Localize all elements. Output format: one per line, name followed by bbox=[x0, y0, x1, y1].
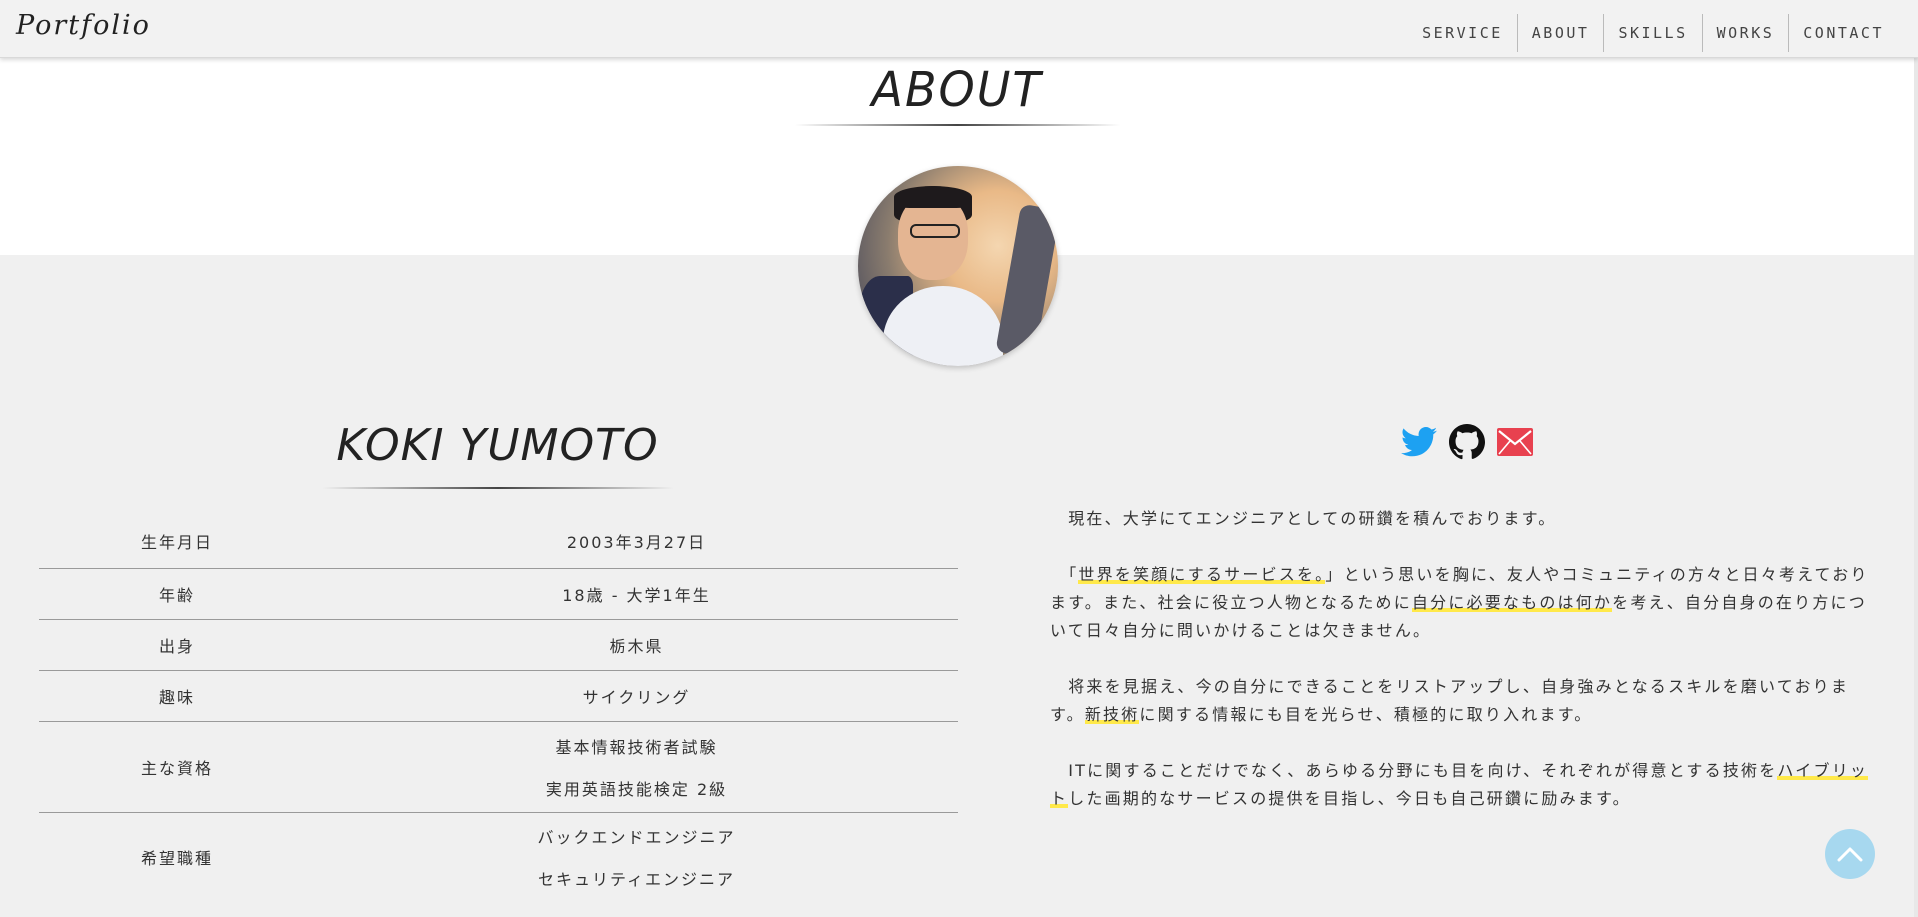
highlight-text: 新技術 bbox=[1084, 705, 1140, 724]
main-nav: SERVICE ABOUT SKILLS WORKS CONTACT bbox=[1408, 14, 1898, 52]
value-text: 実用英語技能検定 2級 bbox=[545, 779, 728, 799]
back-to-top-button[interactable] bbox=[1825, 829, 1875, 879]
row-label: 出身 bbox=[39, 619, 315, 671]
profile-name: KOKI YUMOTO bbox=[336, 420, 659, 471]
value-text: サイクリング bbox=[582, 687, 691, 707]
value-text: セキュリティエンジニア bbox=[537, 870, 736, 890]
row-label: 生年月日 bbox=[39, 515, 315, 569]
nav-contact[interactable]: CONTACT bbox=[1788, 14, 1898, 52]
table-row: 出身 栃木県 bbox=[39, 619, 958, 671]
name-divider bbox=[322, 487, 674, 489]
bio-text-run: した画期的なサービスの提供を目指し、今日も自己研鑽に励みます。 bbox=[1068, 789, 1631, 808]
row-value: 基本情報技術者試験 実用英語技能検定 2級 bbox=[315, 721, 958, 813]
bio-text-run: ITに関することだけでなく、あらゆる分野にも目を向け、それぞれが得意とする技術を bbox=[1050, 761, 1778, 780]
value-text: バックエンドエンジニア bbox=[537, 828, 736, 848]
highlight-text: 世界を笑顔にするサービスを。 bbox=[1078, 565, 1326, 584]
value-text: 栃木県 bbox=[609, 636, 664, 656]
title-divider bbox=[795, 124, 1120, 126]
row-label: 希望職種 bbox=[140, 849, 213, 869]
row-value: 栃木県 bbox=[315, 619, 958, 671]
section-title: ABOUT bbox=[871, 60, 1043, 118]
row-value: サイクリング bbox=[315, 670, 958, 722]
bio-paragraph: ITに関することだけでなく、あらゆる分野にも目を向け、それぞれが得意とする技術を… bbox=[1050, 757, 1880, 813]
chevron-up-icon bbox=[1837, 847, 1863, 862]
value-text: 基本情報技術者試験 bbox=[555, 737, 718, 757]
value-text: 2003年3月27日 bbox=[566, 533, 707, 553]
bio-text-run: に関する情報にも目を光らせ、積極的に取り入れます。 bbox=[1139, 705, 1593, 724]
social-links bbox=[1400, 423, 1534, 461]
row-value: バックエンドエンジニア セキュリティエンジニア bbox=[315, 812, 958, 902]
twitter-icon[interactable] bbox=[1400, 423, 1438, 461]
scrollbar[interactable] bbox=[1914, 58, 1918, 917]
bio-paragraph: 現在、大学にてエンジニアとしての研鑽を積んでおります。 bbox=[1050, 509, 1557, 528]
table-row: 趣味 サイクリング bbox=[39, 670, 958, 722]
table-row: 希望職種 バックエンドエンジニア セキュリティエンジニア bbox=[39, 812, 958, 902]
table-row: 主な資格 基本情報技術者試験 実用英語技能検定 2級 bbox=[39, 721, 958, 813]
profile-table: 生年月日 2003年3月27日 年齢 18歳 - 大学1年生 出身 栃木県 趣味… bbox=[39, 515, 958, 902]
header: Portfolio SERVICE ABOUT SKILLS WORKS CON… bbox=[0, 0, 1918, 58]
avatar bbox=[858, 166, 1058, 366]
nav-skills[interactable]: SKILLS bbox=[1603, 14, 1701, 52]
mail-icon[interactable] bbox=[1496, 423, 1534, 461]
bio-text: 現在、大学にてエンジニアとしての研鑽を積んでおります。 「世界を笑顔にするサービ… bbox=[1050, 505, 1880, 813]
table-row: 年齢 18歳 - 大学1年生 bbox=[39, 568, 958, 620]
table-row: 生年月日 2003年3月27日 bbox=[39, 515, 958, 569]
row-label: 趣味 bbox=[39, 670, 315, 722]
nav-works[interactable]: WORKS bbox=[1701, 14, 1789, 52]
row-value: 2003年3月27日 bbox=[315, 515, 958, 569]
bio-paragraph: 将来を見据え、今の自分にできることをリストアップし、自身強みとなるスキルを磨いて… bbox=[1050, 673, 1880, 729]
site-logo[interactable]: Portfolio bbox=[16, 10, 151, 41]
row-value: 18歳 - 大学1年生 bbox=[315, 568, 958, 620]
nav-service[interactable]: SERVICE bbox=[1408, 14, 1517, 52]
bio-text-run: 「 bbox=[1050, 565, 1079, 584]
nav-about[interactable]: ABOUT bbox=[1516, 14, 1604, 52]
row-label: 年齢 bbox=[39, 568, 315, 620]
github-icon[interactable] bbox=[1448, 423, 1486, 461]
value-text: 18歳 - 大学1年生 bbox=[562, 585, 711, 605]
row-label: 主な資格 bbox=[39, 721, 315, 813]
highlight-text: 自分に必要なものは何か bbox=[1411, 593, 1613, 612]
bio-paragraph: 「世界を笑顔にするサービスを。」という思いを胸に、友人やコミュニティの方々と日々… bbox=[1050, 561, 1880, 645]
